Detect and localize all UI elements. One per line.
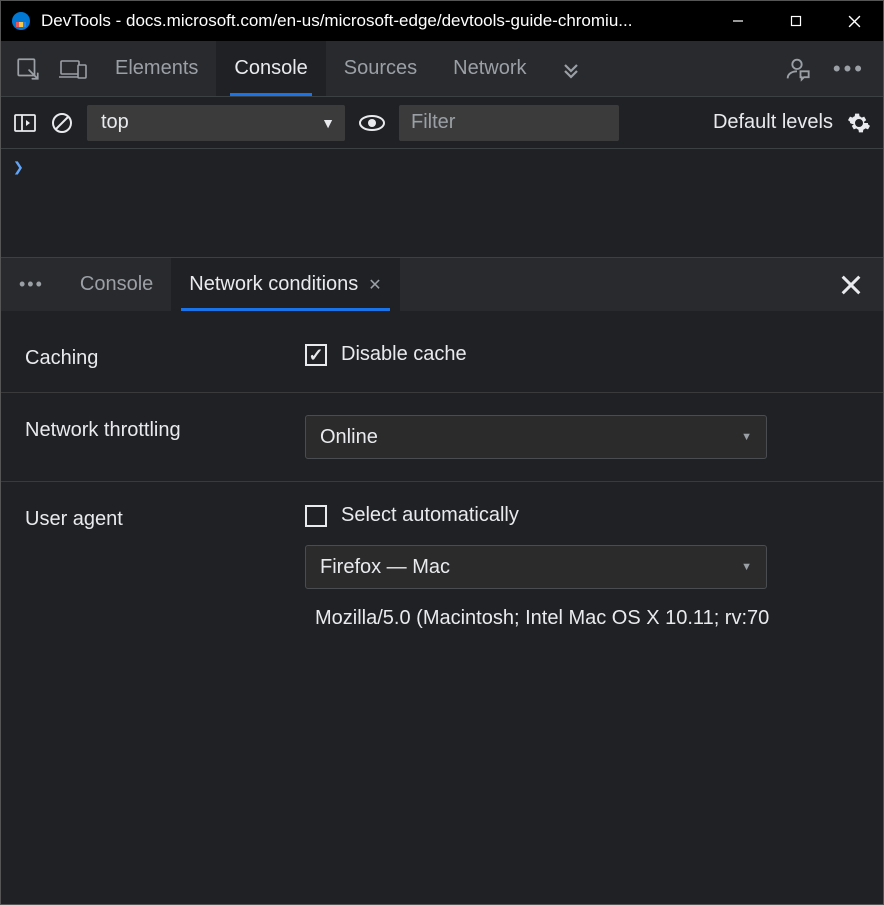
tab-console[interactable]: Console <box>216 41 325 96</box>
disable-cache-checkbox[interactable] <box>305 344 327 366</box>
console-settings-icon[interactable] <box>847 111 871 135</box>
dropdown-caret-icon: ▼ <box>741 561 752 573</box>
throttling-row: Network throttling Online ▼ <box>1 393 883 482</box>
caching-label: Caching <box>25 343 305 370</box>
context-value: top <box>101 111 129 134</box>
window-title: DevTools - docs.microsoft.com/en-us/micr… <box>41 11 709 31</box>
execution-context-select[interactable]: top ▼ <box>87 105 345 141</box>
dropdown-caret-icon: ▼ <box>321 115 335 131</box>
console-toolbar: top ▼ Default levels <box>1 97 883 149</box>
dropdown-caret-icon: ▼ <box>741 431 752 443</box>
device-toolbar-icon[interactable] <box>59 57 87 81</box>
main-tabstrip: Elements Console Sources Network ••• <box>1 41 883 97</box>
tab-label: Network <box>453 57 526 80</box>
console-prompt-icon: ❯ <box>13 157 24 178</box>
throttling-label: Network throttling <box>25 415 305 442</box>
tab-elements[interactable]: Elements <box>97 41 216 96</box>
throttling-value: Online <box>320 426 378 449</box>
tab-label: Sources <box>344 57 417 80</box>
drawer-tab-network-conditions[interactable]: Network conditions ✕ <box>171 258 399 311</box>
tab-close-icon[interactable]: ✕ <box>368 275 381 295</box>
console-filter-input[interactable] <box>399 105 619 141</box>
tabs-overflow-button[interactable] <box>545 41 597 96</box>
live-expression-icon[interactable] <box>359 112 385 134</box>
ua-auto-checkbox[interactable] <box>305 505 327 527</box>
tab-network[interactable]: Network <box>435 41 544 96</box>
window-controls <box>709 1 883 41</box>
user-agent-value: Firefox — Mac <box>320 556 450 579</box>
tab-sources[interactable]: Sources <box>326 41 435 96</box>
tab-label: Console <box>234 57 307 80</box>
inspect-element-icon[interactable] <box>15 56 41 82</box>
window-minimize-button[interactable] <box>709 1 767 41</box>
feedback-icon[interactable] <box>783 55 811 83</box>
disable-cache-label: Disable cache <box>341 343 467 366</box>
drawer-more-icon[interactable]: ••• <box>7 258 62 311</box>
ua-auto-label: Select automatically <box>341 504 519 527</box>
caching-row: Caching Disable cache <box>1 321 883 393</box>
toggle-sidebar-icon[interactable] <box>13 112 37 134</box>
drawer-tabstrip: ••• Console Network conditions ✕ <box>1 257 883 311</box>
user-agent-label: User agent <box>25 504 305 531</box>
drawer-tab-label: Console <box>80 273 153 296</box>
more-menu-icon[interactable]: ••• <box>833 56 865 82</box>
user-agent-select[interactable]: Firefox — Mac ▼ <box>305 545 767 589</box>
drawer-tab-label: Network conditions <box>189 273 358 296</box>
user-agent-row: User agent Select automatically Firefox … <box>1 482 883 652</box>
window-close-button[interactable] <box>825 1 883 41</box>
window-titlebar: DevTools - docs.microsoft.com/en-us/micr… <box>1 1 883 41</box>
devtools-app-icon <box>11 11 31 31</box>
console-output[interactable]: ❯ <box>1 149 883 257</box>
user-agent-string: Mozilla/5.0 (Macintosh; Intel Mac OS X 1… <box>305 607 859 630</box>
throttling-select[interactable]: Online ▼ <box>305 415 767 459</box>
tab-label: Elements <box>115 57 198 80</box>
clear-console-icon[interactable] <box>51 112 73 134</box>
log-levels-select[interactable]: Default levels <box>713 111 833 134</box>
drawer-tab-console[interactable]: Console <box>62 258 171 311</box>
network-conditions-panel: Caching Disable cache Network throttling… <box>1 311 883 652</box>
window-maximize-button[interactable] <box>767 1 825 41</box>
drawer-close-button[interactable] <box>819 258 883 311</box>
